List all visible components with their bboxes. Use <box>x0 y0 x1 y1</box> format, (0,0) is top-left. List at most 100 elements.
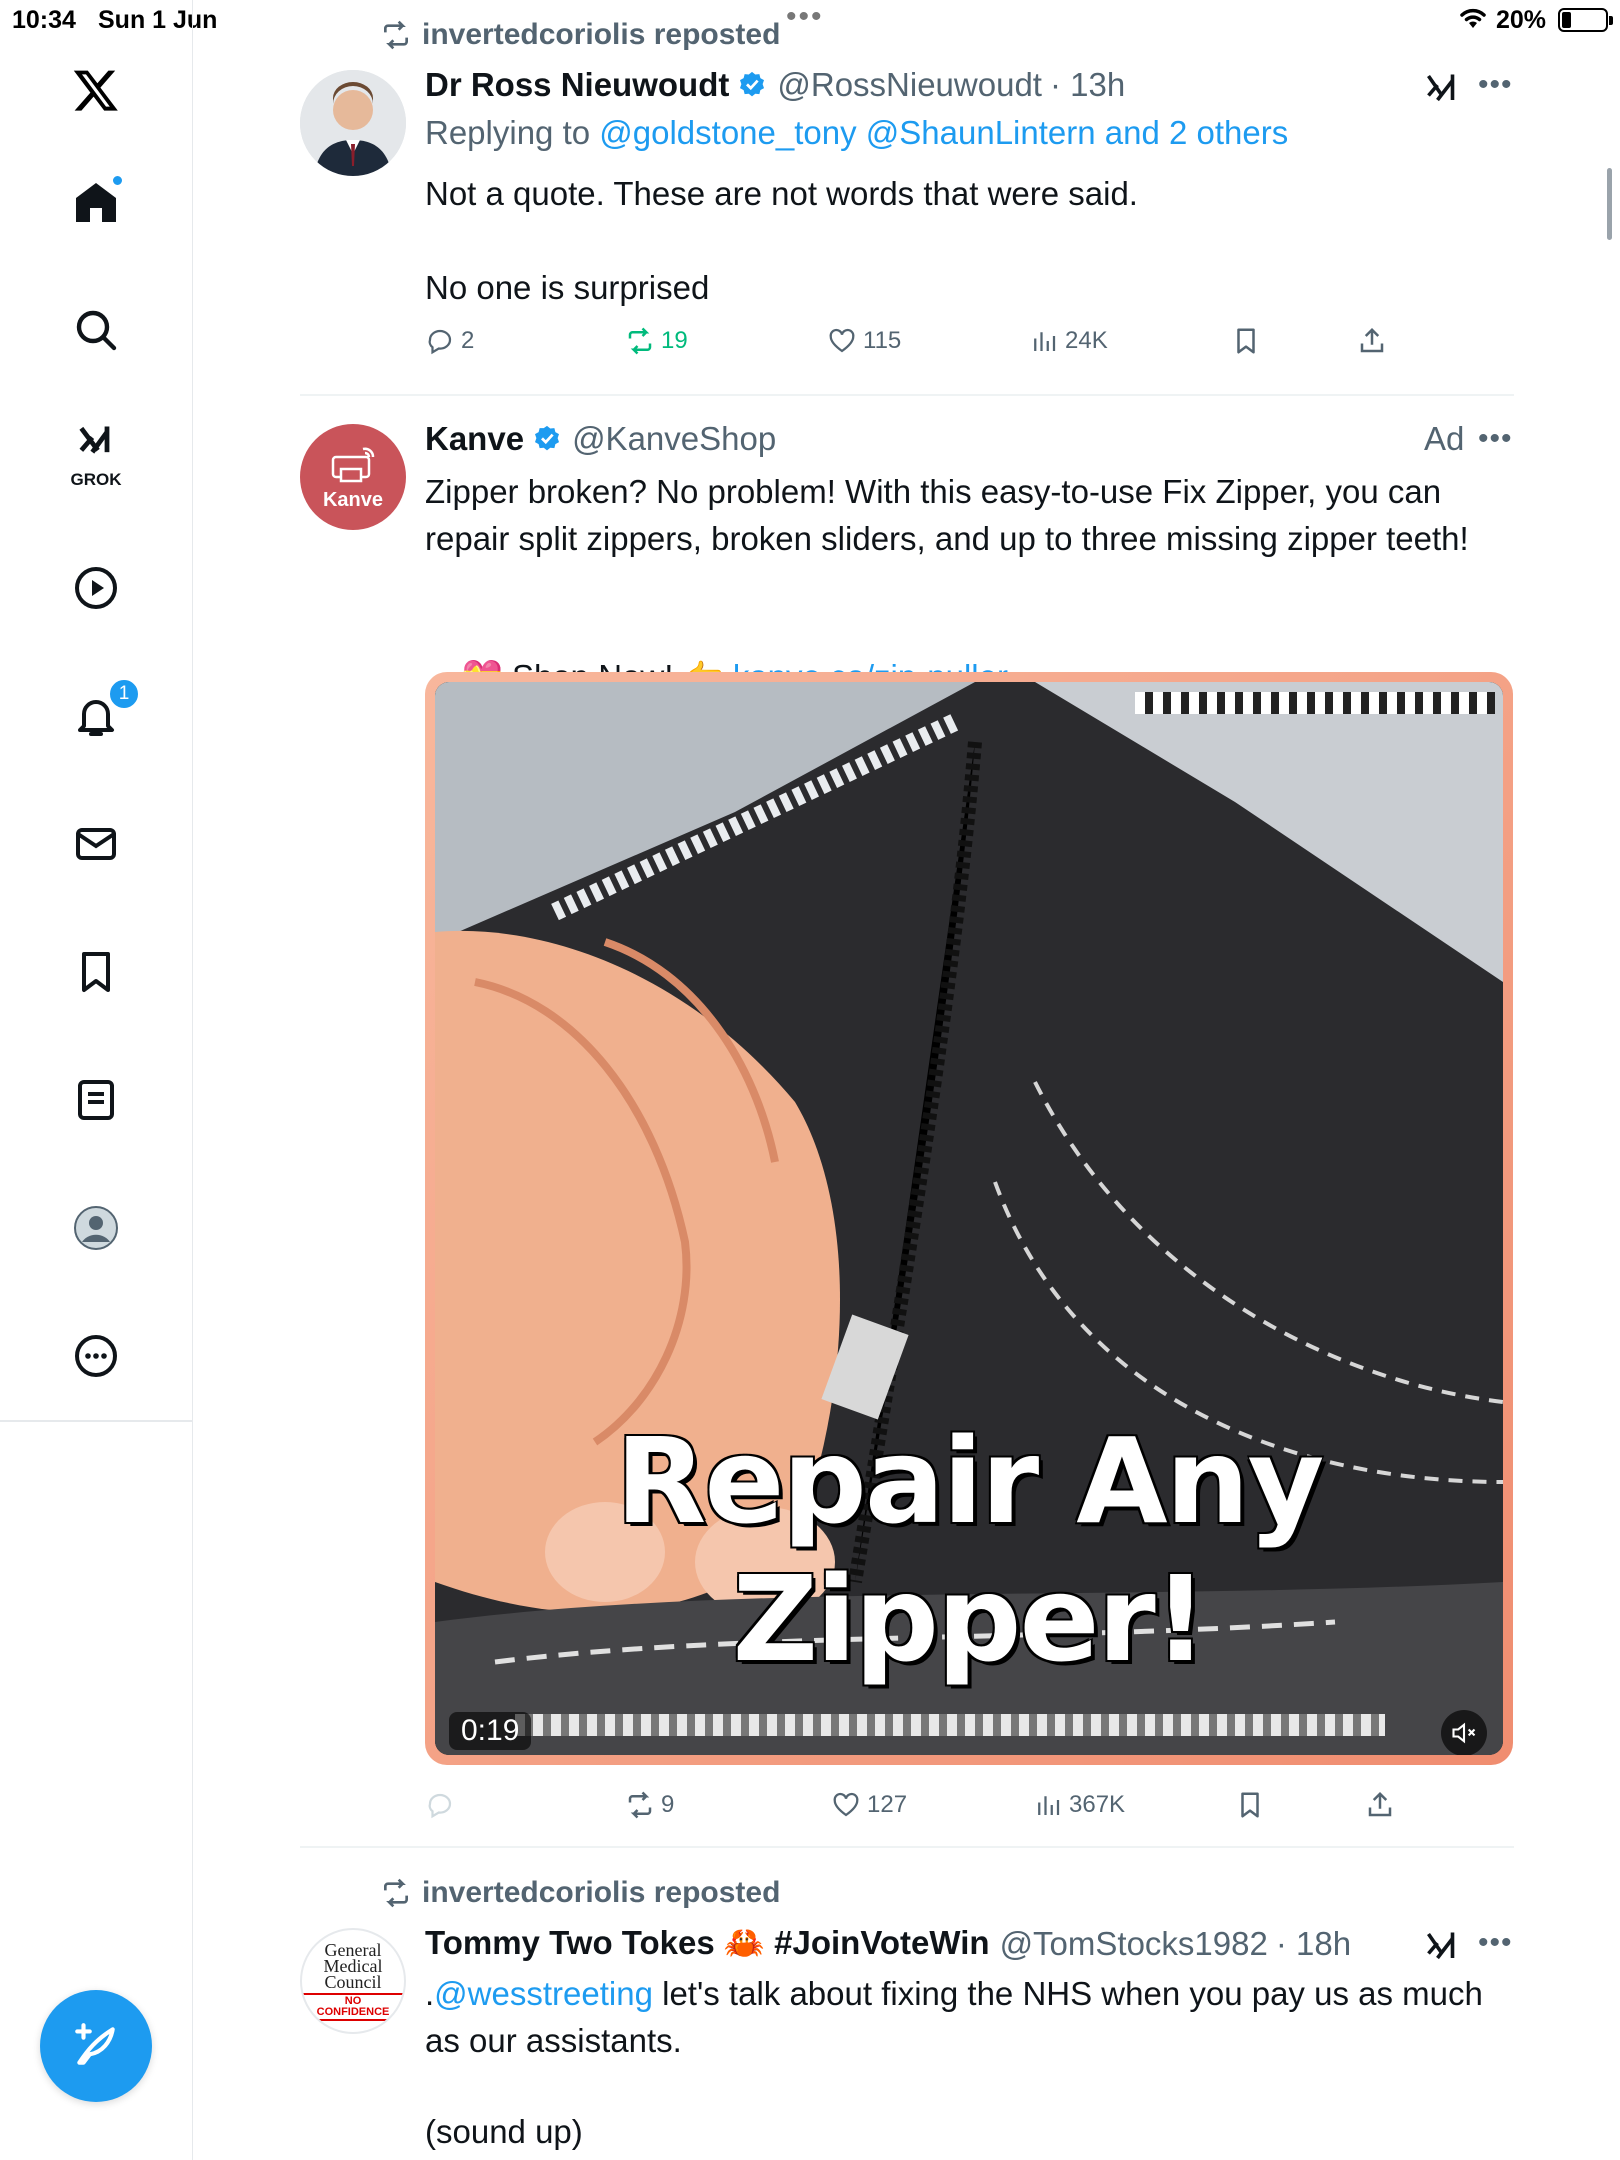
notifications-badge: 1 <box>108 678 140 710</box>
post-time[interactable]: · 18h <box>1276 1925 1351 1963</box>
more-options-icon[interactable] <box>66 1326 126 1386</box>
tweet-header: Tommy Two Tokes 🦀 #JoinVoteWin @TomStock… <box>425 1924 1351 1963</box>
author-handle[interactable]: @KanveShop <box>572 420 776 458</box>
multitasking-dots-icon[interactable]: ••• <box>786 0 824 34</box>
tweet-actions: 2 19 115 24K <box>425 326 1445 366</box>
tweet-header: Kanve @KanveShop <box>425 420 776 458</box>
replying-to: Replying to @goldstone_tony @ShaunLinter… <box>425 114 1288 152</box>
x-logo-icon[interactable] <box>66 60 126 120</box>
views-chart-icon <box>1038 1796 1060 1815</box>
avatar[interactable]: General Medical Council NO CONFIDENCE <box>300 1928 406 2034</box>
like-count: 115 <box>863 327 902 354</box>
tweet-text: Not a quote. These are not words that we… <box>425 175 1138 306</box>
feed-scrollbar[interactable] <box>1607 168 1612 240</box>
sidebar-nav: GROK 1 <box>0 0 193 2160</box>
video-frame[interactable]: Repair Any Zipper! 0:19 <box>435 682 1503 1755</box>
grok-icon[interactable]: GROK <box>66 420 126 489</box>
video-caption: Repair Any Zipper! <box>615 1412 1325 1688</box>
grok-label: GROK <box>70 470 122 489</box>
author-handle[interactable]: @RossNieuwoudt <box>777 66 1042 104</box>
battery-icon <box>1558 8 1613 32</box>
avatar-stamp: NO CONFIDENCE <box>302 1992 404 2021</box>
view-count: 24K <box>1065 327 1108 354</box>
author-name[interactable]: Dr Ross Nieuwoudt <box>425 66 729 104</box>
ad-label: Ad <box>1424 420 1465 457</box>
tweet-text: Zipper broken? No problem! With this eas… <box>425 473 1469 557</box>
wifi-icon <box>1458 6 1488 37</box>
grok-explain-icon[interactable] <box>1424 1928 1460 1964</box>
reply-button[interactable]: 2 <box>425 326 474 356</box>
compose-post-button[interactable] <box>40 1990 152 2102</box>
repost-by-label[interactable]: invertedcoriolis reposted <box>422 1876 780 1910</box>
tweet-header: Dr Ross Nieuwoudt @RossNieuwoudt · 13h <box>425 66 1125 104</box>
author-handle[interactable]: @TomStocks1982 <box>1000 1925 1268 1963</box>
profile-avatar-icon[interactable] <box>66 1198 126 1258</box>
post-time[interactable]: · 13h <box>1050 66 1125 104</box>
like-button[interactable]: 115 <box>827 326 901 356</box>
avatar-label: Kanve <box>322 488 384 511</box>
reply-icon <box>428 329 452 355</box>
bookmark-icon <box>1241 1792 1259 1818</box>
mention-link[interactable]: @wesstreeting <box>434 1975 653 2012</box>
views-chart-icon <box>1034 332 1056 351</box>
reply-button[interactable] <box>425 1790 461 1820</box>
battery-percent: 20% <box>1496 6 1547 34</box>
author-name[interactable]: Kanve <box>425 420 524 458</box>
share-icon <box>1360 327 1384 353</box>
ad-video[interactable]: Repair Any Zipper! 0:19 <box>425 672 1513 1765</box>
tweet-text-tail: (sound up) <box>425 2113 583 2150</box>
printer-icon <box>331 447 375 482</box>
speaker-muted-icon <box>1452 1722 1476 1744</box>
replying-prefix: Replying to <box>425 114 600 151</box>
text-prefix: . <box>425 1975 435 2012</box>
sidebar-divider <box>0 1420 193 1422</box>
bookmark-button[interactable] <box>1231 326 1261 356</box>
reply-count: 2 <box>461 327 475 354</box>
like-count: 127 <box>867 1791 908 1818</box>
heart-icon <box>829 328 855 353</box>
mute-toggle-button[interactable] <box>1441 1710 1487 1755</box>
verified-badge-icon <box>535 425 560 451</box>
messages-envelope-icon[interactable] <box>66 814 126 874</box>
repost-icon <box>628 1791 652 1819</box>
repost-button[interactable]: 19 <box>625 326 688 356</box>
more-options-icon[interactable]: ••• <box>1478 1926 1513 1960</box>
search-icon[interactable] <box>66 300 126 360</box>
avatar[interactable]: Kanve <box>300 424 406 530</box>
avatar[interactable] <box>300 70 406 176</box>
repost-icon <box>384 20 408 50</box>
repost-indicator: invertedcoriolis reposted <box>380 18 780 52</box>
video-play-icon[interactable] <box>66 558 126 618</box>
share-button[interactable] <box>1357 326 1387 356</box>
views-button[interactable]: 367K <box>1033 1790 1125 1820</box>
notifications-bell-icon[interactable]: 1 <box>66 678 140 746</box>
bookmark-button[interactable] <box>1235 1790 1265 1820</box>
repost-count: 9 <box>661 1791 675 1818</box>
author-name[interactable]: Tommy Two Tokes 🦀 #JoinVoteWin <box>425 1924 990 1963</box>
status-bar: 10:34 Sun 1 Jun ••• 20% <box>0 0 1620 40</box>
more-options-icon[interactable]: ••• <box>1478 68 1513 102</box>
zipper-teeth-top <box>1135 692 1495 714</box>
tweet-actions: 9 127 367K <box>425 1790 1445 1830</box>
zipper-teeth-bottom <box>515 1714 1385 1736</box>
home-unread-dot <box>111 174 124 187</box>
like-button[interactable]: 127 <box>831 1790 907 1820</box>
lists-icon[interactable] <box>66 1070 126 1130</box>
repost-icon <box>384 1878 408 1908</box>
replying-links[interactable]: @goldstone_tony @ShaunLintern and 2 othe… <box>599 114 1288 151</box>
avatar-line-3: Council <box>324 1971 382 1992</box>
grok-explain-icon[interactable] <box>1424 70 1460 106</box>
bookmark-icon <box>1237 328 1255 354</box>
share-button[interactable] <box>1365 1790 1395 1820</box>
views-button[interactable]: 24K <box>1029 326 1108 356</box>
home-icon[interactable] <box>66 172 126 232</box>
repost-button[interactable]: 9 <box>625 1790 674 1820</box>
heart-icon <box>833 1792 859 1817</box>
view-count: 367K <box>1069 1791 1126 1818</box>
repost-indicator: invertedcoriolis reposted <box>380 1876 780 1910</box>
repost-icon <box>628 327 652 355</box>
repost-count: 19 <box>661 327 688 354</box>
bookmarks-icon[interactable] <box>66 942 126 1002</box>
repost-by-label[interactable]: invertedcoriolis reposted <box>422 18 780 52</box>
more-options-icon[interactable]: ••• <box>1478 422 1513 456</box>
